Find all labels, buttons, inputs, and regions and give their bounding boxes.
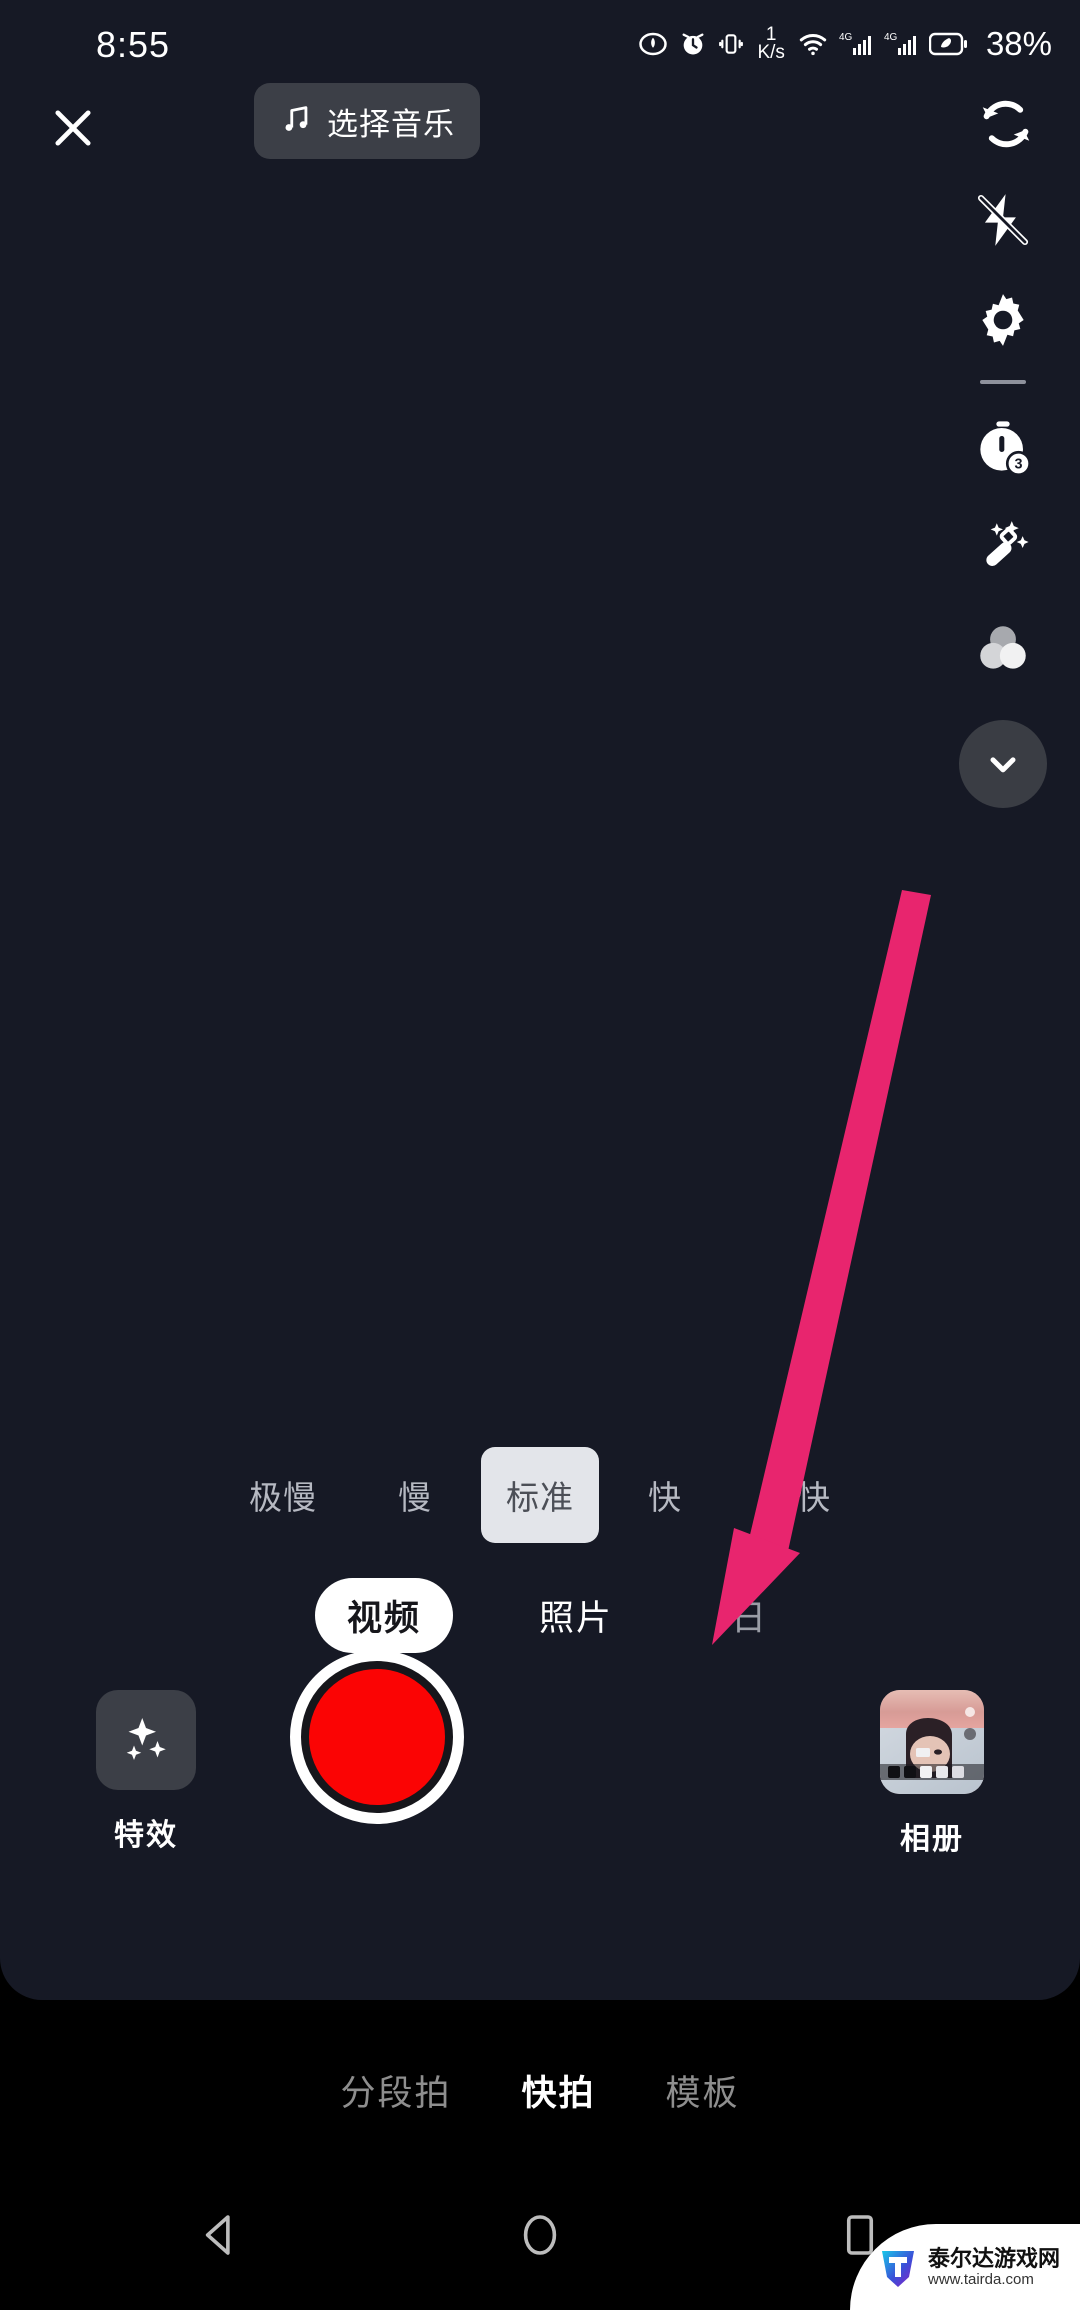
- flip-camera-button[interactable]: [962, 80, 1050, 168]
- effects-label: 特效: [114, 1819, 178, 1852]
- alarm-icon: [679, 30, 707, 58]
- watermark-text: 泰尔达游戏网 www.tairda.com: [928, 2246, 1060, 2289]
- status-bar: 8:55 1 K/s 4G 4G 38%: [0, 0, 1080, 86]
- network-speed: 1 K/s: [757, 25, 785, 63]
- countdown-timer-button[interactable]: 3: [951, 398, 1055, 498]
- record-button[interactable]: [290, 1650, 464, 1824]
- album-thumbnail-image: [880, 1690, 984, 1794]
- camera-viewfinder[interactable]: 8:55 1 K/s 4G 4G 38% 选择音乐 3 极慢 慢 标准 快 极快…: [0, 0, 1080, 2000]
- flash-off-icon: [977, 194, 1029, 246]
- mode-tab-daily[interactable]: 日: [699, 1578, 765, 1653]
- select-music-button[interactable]: 选择音乐: [254, 83, 480, 159]
- music-note-icon: [279, 101, 313, 142]
- home-circle-icon: [523, 2215, 557, 2255]
- watermark-url: www.tairda.com: [928, 2271, 1034, 2289]
- wifi-icon: [798, 30, 828, 58]
- nav-back-button[interactable]: [175, 2190, 265, 2280]
- collapse-tools-button[interactable]: [959, 720, 1047, 808]
- mode-tab-video[interactable]: 视频: [314, 1577, 453, 1653]
- phone-screen: 8:55 1 K/s 4G 4G 38% 选择音乐 3 极慢 慢 标准 快 极快…: [0, 0, 1080, 2310]
- eye-icon: [638, 29, 668, 59]
- speed-option-2[interactable]: 标准: [481, 1447, 599, 1543]
- speed-option-1[interactable]: 慢: [349, 1457, 481, 1533]
- vibrate-icon: [718, 30, 744, 58]
- status-icons: 1 K/s 4G 4G 38%: [638, 22, 1052, 66]
- status-time: 8:55: [96, 24, 171, 65]
- close-button[interactable]: [30, 85, 116, 171]
- sparkles-icon: [126, 1718, 166, 1760]
- countdown-timer-icon: 3: [980, 421, 1031, 476]
- watermark-site-name: 泰尔达游戏网: [928, 2245, 1061, 2271]
- bottom-tab-segment[interactable]: 分段拍: [340, 2065, 451, 2116]
- battery-icon: [928, 30, 969, 58]
- speed-option-4[interactable]: 极快: [731, 1457, 863, 1533]
- chevron-down-icon: [990, 757, 1016, 773]
- speed-selector[interactable]: 极慢 慢 标准 快 极快: [0, 1440, 1080, 1550]
- filter-circles-icon: [980, 626, 1026, 669]
- rail-divider: [980, 380, 1026, 384]
- settings-button[interactable]: [951, 270, 1055, 370]
- countdown-timer-badge: 3: [1014, 456, 1022, 472]
- svg-text:4G: 4G: [884, 32, 898, 43]
- flip-camera-icon: [982, 100, 1030, 148]
- effects-tile[interactable]: [96, 1690, 196, 1790]
- capture-controls: 特效 相册: [0, 1650, 1080, 1960]
- back-triangle-icon: [205, 2215, 230, 2255]
- bottom-tab-template[interactable]: 模板: [666, 2065, 740, 2116]
- album-thumbnail[interactable]: [880, 1690, 984, 1794]
- select-music-label: 选择音乐: [327, 106, 455, 142]
- album-label: 相册: [900, 1823, 964, 1856]
- watermark-logo-icon: [882, 2251, 914, 2287]
- speed-option-0[interactable]: 极慢: [217, 1457, 349, 1533]
- mode-tab-photo[interactable]: 照片: [507, 1578, 645, 1653]
- signal-4g-icon-2: 4G: [884, 29, 918, 59]
- filter-button[interactable]: [951, 598, 1055, 698]
- settings-gear-icon: [982, 294, 1024, 346]
- record-button-inner: [309, 1669, 445, 1805]
- flash-off-button[interactable]: [951, 170, 1055, 270]
- speed-option-3[interactable]: 快: [599, 1457, 731, 1533]
- svg-text:4G: 4G: [839, 32, 853, 43]
- album-button[interactable]: 相册: [880, 1690, 984, 1858]
- bottom-capture-tabs[interactable]: 分段拍 快拍 模板: [0, 2030, 1080, 2150]
- signal-4g-icon: 4G: [839, 29, 873, 59]
- camera-tools-rail: 3: [948, 170, 1058, 808]
- nav-home-button[interactable]: [495, 2190, 585, 2280]
- battery-percent: 38%: [985, 25, 1052, 62]
- capture-mode-tabs[interactable]: 视频 照片 日: [0, 1575, 1080, 1655]
- beauty-button[interactable]: [951, 498, 1055, 598]
- network-speed-unit: K/s: [757, 42, 785, 63]
- effects-button[interactable]: 特效: [96, 1690, 196, 1854]
- beauty-wand-icon: [986, 521, 1029, 566]
- bottom-tab-quick[interactable]: 快拍: [521, 2065, 595, 2116]
